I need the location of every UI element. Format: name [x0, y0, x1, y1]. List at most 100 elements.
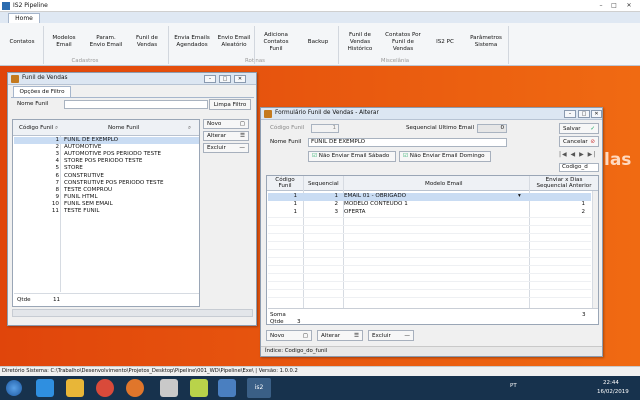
app-icon[interactable] — [190, 379, 208, 397]
ribbon-button[interactable]: Backup — [298, 26, 338, 58]
ribbon-separator — [168, 26, 169, 64]
ribbon-button[interactable]: Funil de Vendas Histórico — [340, 26, 380, 58]
clock-time[interactable]: 22:44 — [603, 380, 619, 386]
row-name: STORE — [64, 165, 83, 172]
table-row[interactable]: 3 AUTOMOTIVE POS PERIODO TESTE — [14, 151, 199, 158]
ribbon-button[interactable]: IS2 PC — [427, 26, 463, 58]
ie-icon[interactable] — [36, 379, 54, 397]
qtde-label: Qtde — [270, 319, 284, 325]
language-indicator[interactable]: PT — [510, 383, 517, 389]
maximize-icon[interactable]: □ — [219, 75, 231, 83]
close-icon[interactable]: ✕ — [234, 75, 246, 83]
filter-input[interactable] — [64, 100, 208, 109]
close-icon[interactable]: ✕ — [591, 110, 602, 118]
saturday-label: Não Enviar Email Sábado — [318, 153, 390, 159]
sunday-checkbox[interactable]: ☑ Não Enviar Email Domingo — [399, 151, 491, 162]
ribbon-button[interactable]: Contatos Por Funil de Vendas — [382, 26, 424, 58]
ribbon-separator — [338, 26, 339, 64]
app-icon[interactable] — [160, 379, 178, 397]
ribbon-button[interactable]: Parâmetros Sistema — [465, 26, 507, 58]
table-row[interactable]: 5 STORE — [14, 165, 199, 172]
name-input[interactable]: FUNIL DE EXEMPLO — [308, 138, 507, 147]
funil-table: Código Funil ⌕ Nome Funil ⌕ 1 FUNIL DE EX… — [12, 119, 200, 307]
new-label: Novo — [270, 332, 285, 339]
row-separator — [268, 289, 591, 290]
folder-icon[interactable] — [66, 379, 84, 397]
col-code[interactable]: Código Funil — [19, 125, 53, 131]
delete-icon: — — [404, 332, 410, 339]
app-icon[interactable] — [218, 379, 236, 397]
delete-label: Excluir — [207, 145, 226, 151]
edit-button[interactable]: Alterar ☰ — [203, 131, 249, 141]
row-code: 7 — [55, 179, 59, 186]
cancel-label: Cancelar — [563, 138, 588, 145]
edit-label: Alterar — [321, 332, 341, 339]
window-icon — [11, 75, 19, 83]
ribbon-button[interactable]: Adiciona Contatos Funil — [256, 26, 296, 58]
ribbon-button[interactable]: Funil de Vendas — [128, 26, 166, 58]
table-row[interactable]: 1 2 MODELO CONTEUDO 1 1 — [268, 201, 591, 209]
table-row[interactable]: 9 FUNIL HTML — [14, 194, 199, 201]
tab-home[interactable]: Home — [8, 13, 40, 23]
row-code: 10 — [51, 200, 59, 207]
save-button[interactable]: Salvar ✓ — [559, 123, 599, 134]
table-row[interactable]: 1 FUNIL DE EXEMPLO — [14, 137, 199, 144]
table-row[interactable]: 11 TESTE FUNIL — [14, 208, 199, 215]
close-icon[interactable]: ✕ — [624, 1, 634, 10]
table-row[interactable]: 8 TESTE COMPROU — [14, 187, 199, 194]
col-seq[interactable]: Sequencial — [308, 181, 339, 187]
table-row[interactable]: 4 STORE POS PERIODO TESTE — [14, 158, 199, 165]
minimize-icon[interactable]: – — [596, 1, 606, 10]
ribbon-button[interactable]: Envia Emails Agendados — [171, 26, 213, 58]
chrome-icon[interactable] — [96, 379, 114, 397]
ribbon-button[interactable]: Modelos Email — [45, 26, 83, 58]
edit-label: Alterar — [207, 133, 227, 139]
col-code[interactable]: Código Funil — [275, 177, 295, 189]
clear-filter-button[interactable]: Limpa Filtro — [209, 99, 251, 110]
ribbon-button[interactable]: Envio Email Aleatório — [215, 26, 253, 58]
table-row[interactable]: 10 FUNIL SEM EMAIL — [14, 201, 199, 208]
is2-taskbar-button[interactable]: is2 — [247, 378, 271, 398]
col-model[interactable]: Modelo Email — [425, 181, 463, 187]
table-row[interactable]: 7 CONSTRUTIVE POS PERIODO TESTE — [14, 180, 199, 187]
vertical-scrollbar[interactable] — [592, 191, 598, 308]
table-row[interactable]: 6 CONSTRUTIVE — [14, 173, 199, 180]
chevron-down-icon[interactable]: ▾ — [518, 193, 521, 199]
edit-icon: ☰ — [239, 133, 245, 139]
minimize-icon[interactable]: – — [204, 75, 216, 83]
ribbon-separator — [43, 26, 44, 64]
app-title: IS2 Pipeline — [13, 2, 48, 9]
col-days[interactable]: Enviar x Dias Sequencial Anterior — [533, 177, 595, 189]
ribbon-button[interactable]: Contatos — [3, 26, 41, 58]
table-row[interactable]: 1 1 EMAIL 01 - OBRIGADO ▾ — [268, 193, 591, 201]
new-button[interactable]: Novo ▢ — [203, 119, 249, 129]
maximize-icon[interactable]: □ — [609, 1, 619, 10]
table-row[interactable]: 2 AUTOMOTIVE — [14, 144, 199, 151]
edit-button[interactable]: Alterar ☰ — [317, 330, 363, 341]
start-icon[interactable] — [6, 380, 22, 396]
saturday-checkbox[interactable]: ☑ Não Enviar Email Sábado — [308, 151, 396, 162]
delete-button[interactable]: Excluir — — [368, 330, 414, 341]
row-separator — [268, 225, 591, 226]
record-navigation[interactable]: |◀ ◀ ▶ ▶| — [559, 151, 596, 158]
name-label: Nome Funil — [270, 139, 302, 145]
minimize-icon[interactable]: – — [564, 110, 576, 118]
ribbon-button[interactable]: Param. Envio Email — [86, 26, 126, 58]
sort-icon[interactable]: ⌕ — [55, 125, 58, 132]
row-name: TESTE FUNIL — [64, 208, 100, 214]
clock-date[interactable]: 16/02/2019 — [597, 389, 629, 395]
row-code: 6 — [55, 172, 59, 179]
horizontal-scrollbar[interactable] — [12, 309, 253, 317]
tab-filter-options[interactable]: Opções de Filtro — [13, 86, 71, 97]
cancel-button[interactable]: Cancelar ⊘ — [559, 136, 599, 147]
col-name[interactable]: Nome Funil — [108, 125, 139, 131]
table-header: Código Funil Sequencial Modelo Email Env… — [267, 176, 598, 191]
table-row[interactable]: 1 3 OFERTA 2 — [268, 209, 591, 217]
maximize-icon[interactable]: □ — [578, 110, 590, 118]
new-button[interactable]: Novo ▢ — [266, 330, 312, 341]
firefox-icon[interactable] — [126, 379, 144, 397]
order-select[interactable]: Codigo_d — [559, 163, 599, 172]
delete-button[interactable]: Excluir — — [203, 143, 249, 153]
search-icon[interactable]: ⌕ — [188, 125, 191, 132]
footer-divider — [268, 308, 598, 309]
